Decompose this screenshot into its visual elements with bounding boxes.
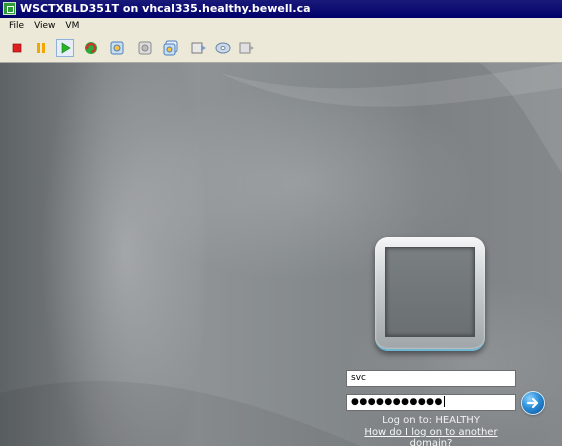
pause-icon (37, 43, 45, 53)
stop-icon (12, 43, 22, 53)
revert-snapshot-button[interactable] (136, 39, 154, 57)
menu-vm[interactable]: VM (60, 18, 84, 35)
user-picture (385, 247, 475, 337)
vm-console-screen[interactable]: svc ●●●●●●●●●●● Log on to: HEALTHY How d… (0, 63, 562, 446)
password-field[interactable]: ●●●●●●●●●●● (346, 394, 516, 411)
user-tile (375, 237, 485, 351)
floppy-icon (239, 42, 254, 54)
power-on-button[interactable] (56, 39, 74, 57)
vm-console-icon (3, 2, 16, 15)
title-bar: WSCTXBLD351T on vhcal335.healthy.bewell.… (0, 0, 562, 18)
snapshot-manager-icon (163, 40, 178, 56)
username-field[interactable]: svc (346, 370, 516, 387)
connect-floppy-button[interactable] (238, 39, 256, 57)
revert-snapshot-icon (138, 41, 152, 55)
arrow-right-icon (526, 397, 539, 409)
snapshot-manager-button[interactable] (162, 39, 180, 57)
menu-file[interactable]: File (0, 18, 29, 35)
reset-icon (85, 42, 97, 54)
toolbar (0, 35, 562, 63)
menu-bar: File View VM (0, 18, 562, 35)
snapshot-button[interactable] (108, 39, 126, 57)
snapshot-icon (110, 41, 124, 55)
vm-settings-icon (191, 42, 206, 54)
logon-domain-text: Log on to: HEALTHY (382, 415, 480, 426)
password-value: ●●●●●●●●●●● (351, 397, 443, 407)
window-title: WSCTXBLD351T on vhcal335.healthy.bewell.… (20, 2, 311, 15)
play-icon (61, 42, 71, 54)
other-domain-link[interactable]: How do I log on to another domain? (346, 427, 516, 446)
vm-settings-button[interactable] (190, 39, 208, 57)
power-off-button[interactable] (8, 39, 26, 57)
suspend-button[interactable] (32, 39, 50, 57)
reset-button[interactable] (82, 39, 100, 57)
cd-icon (215, 42, 231, 54)
logon-submit-button[interactable] (522, 392, 544, 414)
menu-view[interactable]: View (29, 18, 60, 35)
connect-cd-button[interactable] (214, 39, 232, 57)
text-caret (443, 396, 445, 407)
